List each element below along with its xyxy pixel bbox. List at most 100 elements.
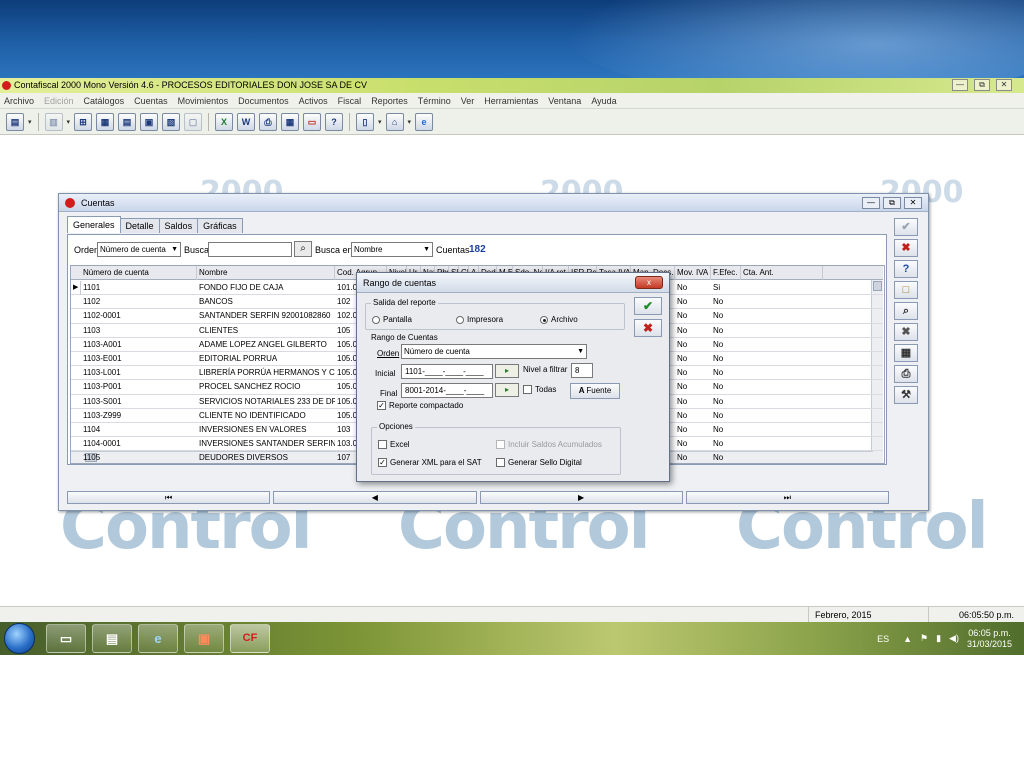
- busca-en-select[interactable]: Nombre ▼: [351, 242, 433, 257]
- nav-prev-button[interactable]: ◀: [273, 491, 477, 504]
- dialog-orden-select[interactable]: Número de cuenta ▼: [401, 344, 587, 359]
- tab-generales[interactable]: Generales: [67, 216, 121, 233]
- radio-impresora-label: Impresora: [467, 315, 504, 324]
- print-icon[interactable]: ⎙: [894, 365, 918, 383]
- menu-item-fiscal[interactable]: Fiscal: [338, 96, 362, 106]
- search-input[interactable]: [208, 242, 292, 257]
- tab-detalle[interactable]: Detalle: [119, 218, 160, 233]
- browser-icon[interactable]: e: [415, 112, 434, 131]
- nivel-stepper[interactable]: 8: [571, 363, 593, 378]
- disabled-icon[interactable]: ▢: [184, 112, 203, 131]
- search-icon[interactable]: ⌕: [894, 302, 918, 320]
- network-icon[interactable]: ▮: [936, 633, 941, 644]
- restore-icon[interactable]: ⧉: [974, 79, 990, 91]
- tab-saldos[interactable]: Saldos: [158, 218, 199, 233]
- inicial-input[interactable]: 1101-____-____-____: [401, 364, 493, 379]
- volume-icon[interactable]: ◀): [949, 633, 959, 644]
- clock-time: 06:05 p.m.: [968, 627, 1011, 638]
- new-document-icon[interactable]: □: [894, 281, 918, 299]
- tab-graficas[interactable]: Gráficas: [197, 218, 243, 233]
- xml-sat-checkbox[interactable]: ✓ Generar XML para el SAT: [378, 458, 482, 467]
- radio-impresora[interactable]: Impresora: [456, 315, 503, 324]
- nav-next-button[interactable]: ▶: [479, 491, 683, 504]
- browse-account-icon[interactable]: ▸: [495, 383, 519, 397]
- calculator-icon[interactable]: ▦: [894, 344, 918, 362]
- dialog-ok-button[interactable]: ✔: [634, 297, 662, 315]
- close-icon[interactable]: x: [635, 276, 663, 289]
- explorer-app-icon[interactable]: ▤: [92, 624, 132, 653]
- todas-checkbox[interactable]: Todas: [523, 385, 556, 394]
- column-header[interactable]: F.Efec.: [711, 266, 741, 280]
- dropdown-arrow-icon[interactable]: ▾: [408, 118, 412, 126]
- document-icon[interactable]: ▯: [356, 112, 375, 131]
- hierarchy-icon[interactable]: ⊞: [74, 112, 93, 131]
- clock[interactable]: 06:05 p.m. 31/03/2015: [967, 628, 1012, 650]
- excel-icon[interactable]: X: [215, 112, 234, 131]
- folder-app-icon[interactable]: ▭: [46, 624, 86, 653]
- language-indicator[interactable]: ES: [877, 634, 889, 644]
- folder-icon[interactable]: ▭: [303, 112, 322, 131]
- menu-item-ayuda[interactable]: Ayuda: [591, 96, 616, 106]
- cancel-icon[interactable]: ✖: [894, 239, 918, 257]
- tools-icon[interactable]: ⚒: [894, 386, 918, 404]
- radio-archivo[interactable]: Archivo: [540, 315, 578, 324]
- menu-item-herramientas[interactable]: Herramientas: [484, 96, 538, 106]
- column-header[interactable]: Mov. IVA: [675, 266, 711, 280]
- restore-icon[interactable]: ⧉: [883, 197, 901, 209]
- ie-app-icon[interactable]: e: [138, 624, 178, 653]
- save-icon[interactable]: ▤: [6, 112, 24, 131]
- help-icon[interactable]: ?: [894, 260, 918, 278]
- help-icon[interactable]: ?: [325, 112, 344, 131]
- close-icon[interactable]: ✕: [996, 79, 1012, 91]
- accounts2-icon[interactable]: ▧: [162, 112, 181, 131]
- menu-item-archivo[interactable]: Archivo: [4, 96, 34, 106]
- action-center-icon[interactable]: ⚑: [920, 633, 928, 644]
- dialog-cancel-button[interactable]: ✖: [634, 319, 662, 337]
- sello-digital-checkbox[interactable]: Generar Sello Digital: [496, 458, 582, 467]
- close-icon[interactable]: ✕: [904, 197, 922, 209]
- menu-item-ventana[interactable]: Ventana: [548, 96, 581, 106]
- office-app-icon[interactable]: ▣: [184, 624, 224, 653]
- menu-item-ver[interactable]: Ver: [461, 96, 475, 106]
- menu-item-activos[interactable]: Activos: [299, 96, 328, 106]
- minimize-icon[interactable]: —: [952, 79, 968, 91]
- minimize-icon[interactable]: —: [862, 197, 880, 209]
- menu-item-termino[interactable]: Término: [418, 96, 451, 106]
- dropdown-arrow-icon[interactable]: ▾: [378, 118, 382, 126]
- dropdown-arrow-icon[interactable]: ▾: [67, 118, 71, 126]
- radio-pantalla[interactable]: Pantalla: [372, 315, 412, 324]
- accept-icon[interactable]: ✔: [894, 218, 918, 236]
- nav-first-button[interactable]: ⏮: [67, 491, 271, 504]
- report-icon[interactable]: ▤: [118, 112, 137, 131]
- copy-icon[interactable]: ▥: [44, 112, 63, 131]
- menu-item-cuentas[interactable]: Cuentas: [134, 96, 168, 106]
- dropdown-arrow-icon[interactable]: ▾: [28, 118, 32, 126]
- contafiscal-app-icon[interactable]: CF: [230, 624, 270, 653]
- fuente-button[interactable]: A Fuente: [570, 383, 620, 399]
- incluir-saldos-checkbox[interactable]: Incluir Saldos Acumulados: [496, 440, 602, 449]
- excel-checkbox[interactable]: Excel: [378, 440, 410, 449]
- menu-item-edicion[interactable]: Edición: [44, 96, 74, 106]
- menu-item-documentos[interactable]: Documentos: [238, 96, 289, 106]
- show-hidden-icon[interactable]: ▲: [903, 634, 912, 644]
- menu-item-reportes[interactable]: Reportes: [371, 96, 408, 106]
- column-header[interactable]: Cta. Ant.: [741, 266, 823, 280]
- reporte-compactado-checkbox[interactable]: ✓ Reporte compactado: [377, 401, 463, 410]
- calculator-icon[interactable]: ▦: [96, 112, 115, 131]
- nav-last-button[interactable]: ⏭: [685, 491, 889, 504]
- network-icon[interactable]: ⌂: [385, 112, 404, 131]
- column-header[interactable]: Número de cuenta: [81, 266, 197, 280]
- accounts-icon[interactable]: ▣: [140, 112, 159, 131]
- delete-icon[interactable]: ✖: [894, 323, 918, 341]
- search-icon[interactable]: ⌕: [294, 241, 312, 257]
- word-icon[interactable]: W: [237, 112, 256, 131]
- final-input[interactable]: 8001-2014-____-____: [401, 383, 493, 398]
- browse-account-icon[interactable]: ▸: [495, 364, 519, 378]
- menu-item-movimientos[interactable]: Movimientos: [178, 96, 229, 106]
- start-button[interactable]: [4, 623, 35, 654]
- printer-icon[interactable]: ⎙: [259, 112, 278, 131]
- menu-item-catalogos[interactable]: Catálogos: [84, 96, 125, 106]
- calc-icon[interactable]: ▦: [281, 112, 300, 131]
- orden-select[interactable]: Número de cuenta ▼: [97, 242, 181, 257]
- column-header[interactable]: Nombre: [197, 266, 335, 280]
